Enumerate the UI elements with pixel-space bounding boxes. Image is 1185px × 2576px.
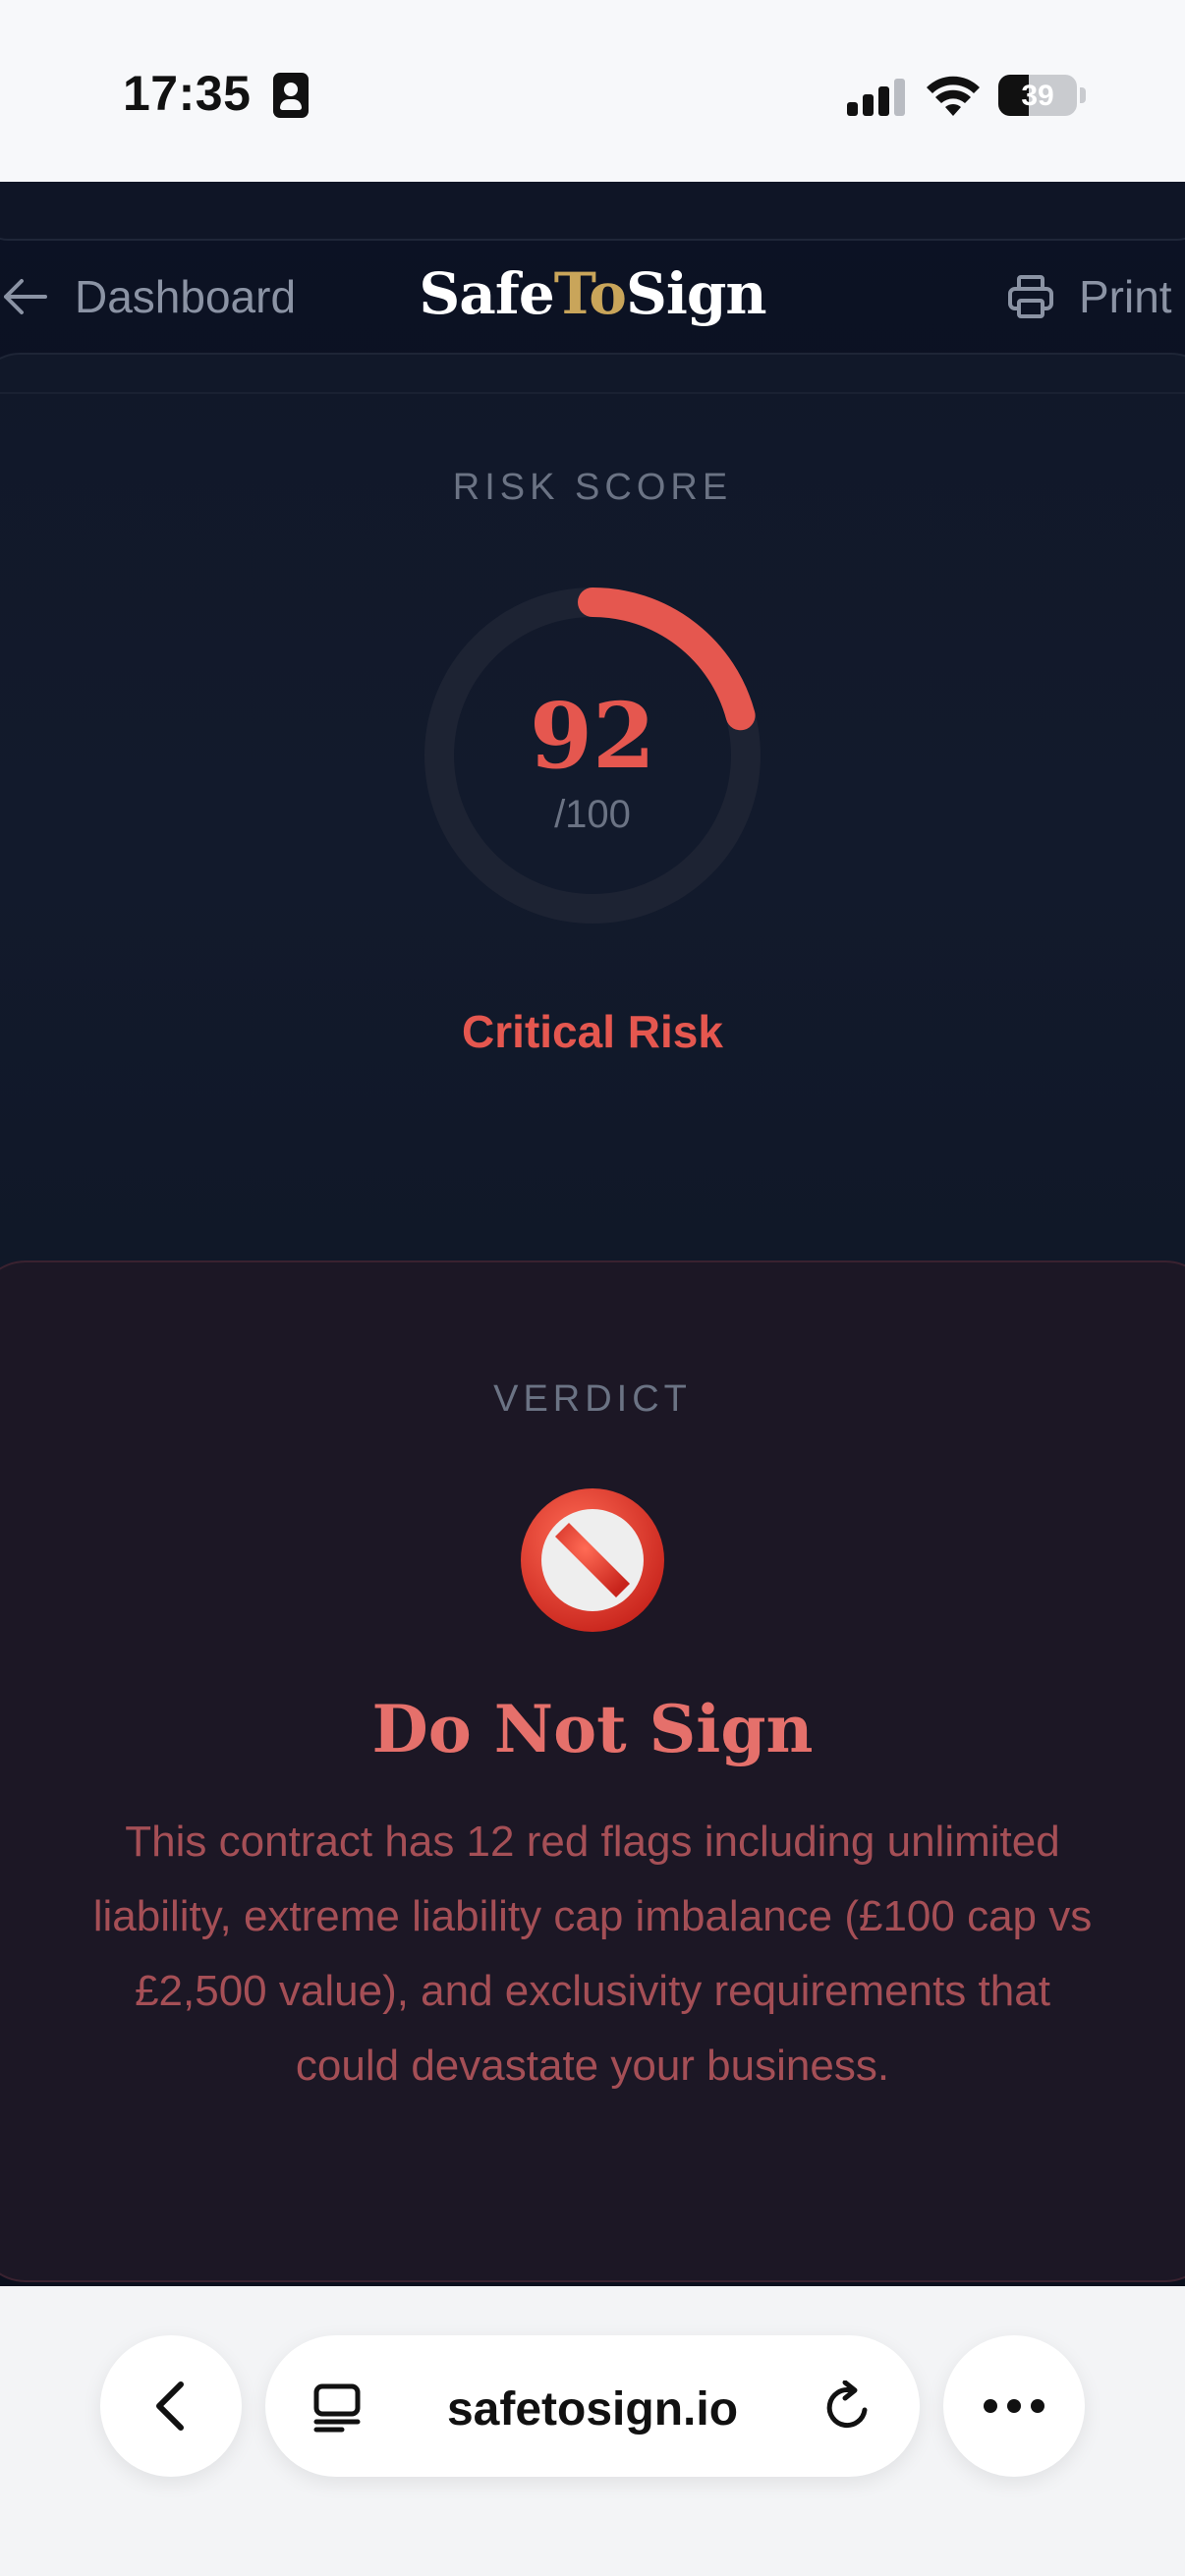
status-time: 17:35 — [123, 66, 252, 121]
risk-level-label: Critical Risk — [462, 1006, 723, 1057]
risk-score-value: 92 — [529, 683, 656, 789]
card-divider — [0, 392, 1185, 394]
browser-back-button[interactable] — [100, 2335, 242, 2477]
safari-toolbar: safetosign.io — [0, 2286, 1185, 2576]
more-options-button[interactable] — [943, 2335, 1085, 2477]
print-label: Print — [1079, 271, 1172, 322]
previous-card-edge — [0, 182, 1185, 241]
battery-icon: 39 — [998, 75, 1077, 116]
reload-icon[interactable] — [821, 2380, 875, 2434]
status-bar: 17:35 39 — [0, 0, 1185, 182]
wifi-icon — [927, 76, 980, 116]
printer-icon — [1008, 275, 1053, 318]
address-bar[interactable]: safetosign.io — [265, 2335, 920, 2477]
verdict-description: This contract has 12 red flags including… — [92, 1818, 1093, 2090]
battery-level: 39 — [1021, 80, 1054, 112]
print-button[interactable]: Print — [1006, 243, 1172, 351]
ellipsis-icon — [984, 2399, 1044, 2413]
verdict-title: Do Not Sign — [371, 1691, 814, 1767]
focus-mode-icon — [273, 73, 309, 118]
risk-score-max: /100 — [554, 793, 631, 836]
web-page: Dashboard SafeToSign Print RISK SCORE 92… — [0, 182, 1185, 2286]
top-nav: Dashboard SafeToSign Print — [0, 243, 1185, 351]
prohibited-icon — [521, 1488, 664, 1632]
verdict-label: VERDICT — [493, 1378, 692, 1420]
battery-nub — [1080, 87, 1086, 103]
risk-score-label: RISK SCORE — [452, 467, 733, 508]
cellular-signal-icon — [847, 79, 906, 116]
chevron-left-icon — [156, 2381, 184, 2431]
